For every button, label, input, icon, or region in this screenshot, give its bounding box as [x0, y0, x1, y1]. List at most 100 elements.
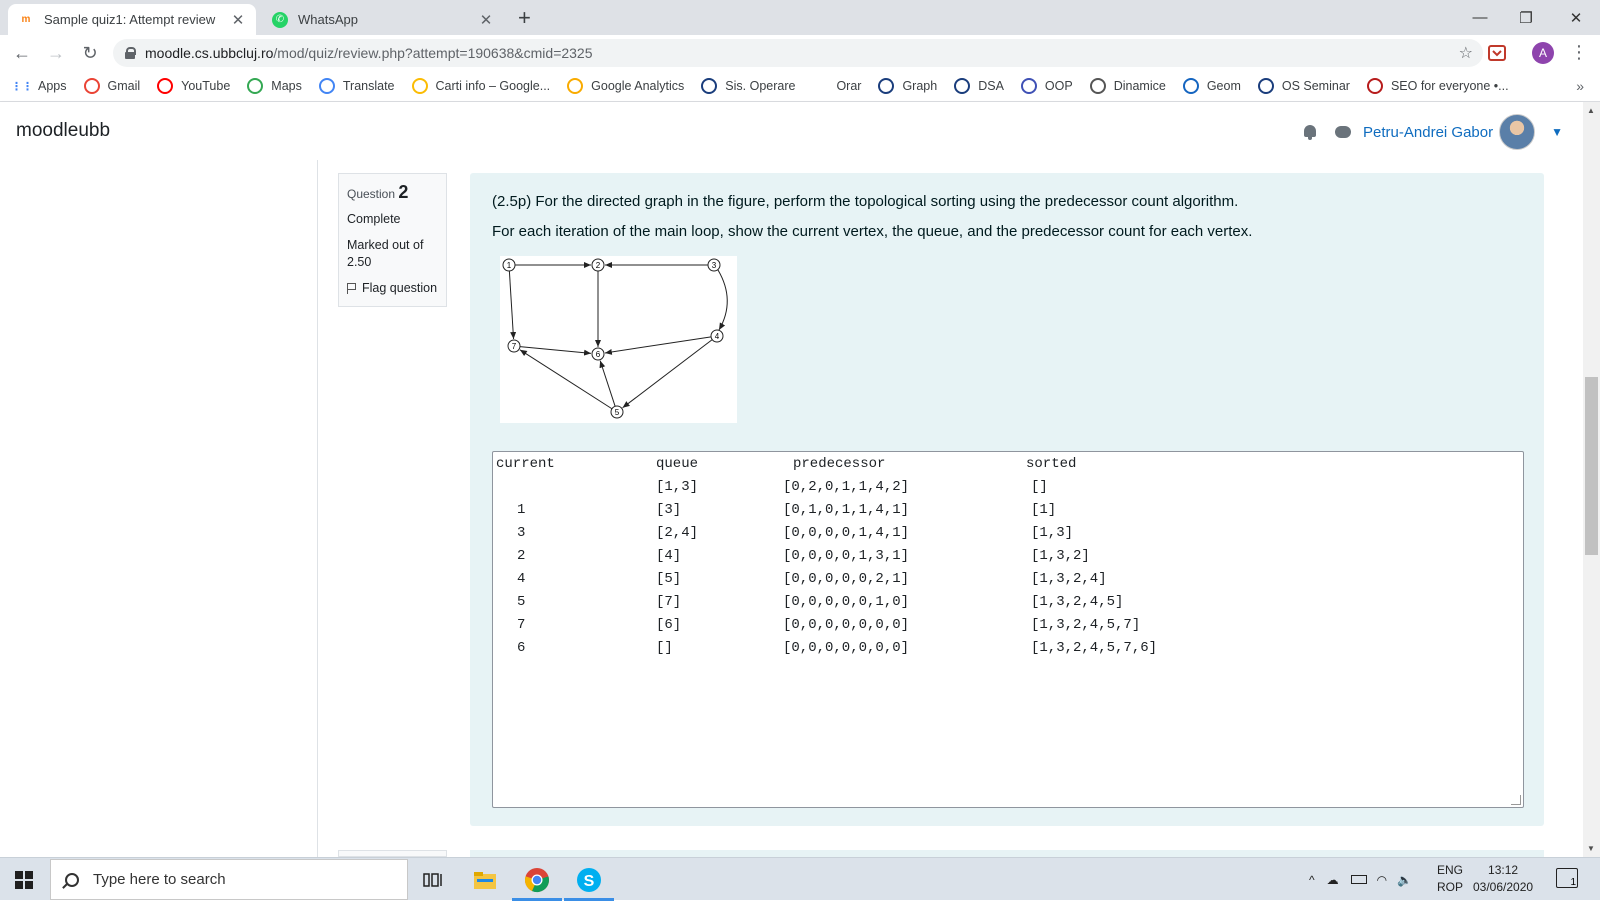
answer-cell-sorted: [1,3,2,4,5,7] [1031, 617, 1141, 633]
input-language[interactable]: ENG ROP [1437, 862, 1463, 896]
bookmark-item[interactable]: OS Seminar [1257, 78, 1350, 94]
answer-textarea[interactable]: current queue predecessor sorted [1,3] [0… [492, 451, 1524, 808]
browser-menu-icon[interactable]: ⋮ [1570, 42, 1588, 63]
page-scrollbar[interactable]: ▲ ▼ [1583, 102, 1600, 857]
bookmark-item[interactable]: Carti info – Google... [411, 78, 551, 94]
messages-icon[interactable] [1335, 126, 1352, 138]
resize-handle[interactable] [1511, 795, 1521, 805]
graph-edge [604, 336, 712, 355]
answer-cell-queue: [1,3] [656, 479, 699, 495]
new-tab-button[interactable]: + [518, 5, 531, 31]
flag-question-link[interactable]: Flag question [347, 280, 438, 298]
bookmark-item[interactable]: Google Analytics [567, 78, 684, 94]
close-tab-icon[interactable]: ✕ [230, 11, 246, 29]
system-clock[interactable]: 13:12 03/06/2020 [1473, 862, 1533, 896]
reload-button[interactable]: ↻ [79, 42, 101, 64]
bookmark-item[interactable]: ⋮⋮ Apps [11, 78, 67, 94]
address-bar[interactable]: moodle.cs.ubbcluj.ro/mod/quiz/review.php… [113, 39, 1483, 67]
file-explorer-icon[interactable] [460, 858, 510, 901]
scroll-down-icon[interactable]: ▼ [1587, 844, 1595, 853]
drive-icon [411, 78, 428, 94]
bookmark-item[interactable]: Translate [318, 78, 395, 94]
directed-graph: 1 2 3 4 5 6 7 [502, 258, 728, 419]
graph-edge [599, 360, 616, 407]
task-view-icon[interactable] [408, 858, 458, 901]
question-info-box: Question 2 Complete Marked out of 2.50 F… [338, 173, 447, 307]
globe-icon [701, 78, 718, 94]
bookmark-star-icon[interactable]: ☆ [1459, 43, 1473, 63]
answer-row: 4 [5] [0,0,0,0,0,2,1] [1,3,2,4] [493, 571, 1523, 594]
chevron-down-icon[interactable]: ▼ [1551, 125, 1563, 139]
volume-icon[interactable]: 🔈 [1397, 873, 1412, 887]
question-state: Complete [347, 212, 401, 226]
tab-moodle-quiz[interactable]: m Sample quiz1: Attempt review ✕ [8, 4, 256, 35]
bookmark-item[interactable]: DSA [954, 78, 1004, 94]
answer-cell-predecessor: [0,0,0,0,1,3,1] [783, 548, 910, 564]
battery-icon[interactable] [1350, 875, 1367, 884]
globe-icon [878, 78, 895, 94]
forward-button[interactable]: → [45, 42, 67, 64]
bookmark-item[interactable]: Orar [836, 79, 861, 93]
minimize-button[interactable]: — [1457, 0, 1503, 35]
answer-row: [1,3] [0,2,0,1,1,4,2] [] [493, 479, 1523, 502]
bookmark-item[interactable]: Maps [247, 78, 302, 94]
answer-cell-queue: [] [656, 640, 673, 656]
close-window-button[interactable]: ✕ [1553, 0, 1599, 35]
question-number: Question 2 [347, 182, 409, 202]
answer-cell-predecessor: [0,0,0,0,0,1,0] [783, 594, 910, 610]
skype-taskbar-icon[interactable]: S [564, 858, 614, 901]
tab-whatsapp[interactable]: ✆ WhatsApp ✕ [262, 4, 504, 35]
youtube-icon [157, 78, 174, 94]
onedrive-icon[interactable]: ☁ [1327, 873, 1339, 887]
answer-cell-queue: [6] [656, 617, 682, 633]
chrome-taskbar-icon[interactable] [512, 858, 562, 901]
action-center-icon[interactable]: 1 [1556, 868, 1578, 888]
bookmark-item[interactable]: Graph [878, 78, 937, 94]
user-name[interactable]: Petru-Andrei Gabor [1363, 124, 1493, 141]
close-tab-icon[interactable]: ✕ [478, 11, 494, 29]
bookmark-item[interactable]: YouTube [157, 78, 230, 94]
answer-row: 6 [] [0,0,0,0,0,0,0] [1,3,2,4,5,7,6] [493, 640, 1523, 663]
bookmark-item[interactable]: OOP [1020, 78, 1073, 94]
bookmark-item[interactable]: Sis. Operare [701, 78, 795, 94]
answer-cell-current: 6 [517, 640, 526, 656]
scroll-up-icon[interactable]: ▲ [1587, 106, 1595, 115]
user-avatar[interactable] [1499, 114, 1536, 150]
profile-avatar[interactable]: A [1532, 42, 1554, 64]
bookmark-label: Carti info – Google... [435, 79, 551, 93]
search-icon [65, 872, 79, 887]
maximize-button[interactable]: ❐ [1503, 0, 1549, 35]
answer-header-row: current queue predecessor sorted [493, 456, 1523, 479]
svg-text:S: S [584, 873, 595, 890]
bookmark-item[interactable]: Dinamice [1089, 78, 1166, 94]
header-queue: queue [656, 456, 699, 472]
question-content: (2.5p) For the directed graph in the fig… [470, 173, 1544, 826]
apps-grid-icon: ⋮⋮ [11, 80, 33, 93]
answer-cell-current: 3 [517, 525, 526, 541]
answer-row: 3 [2,4] [0,0,0,0,1,4,1] [1,3] [493, 525, 1523, 548]
maps-icon [247, 78, 264, 94]
more-bookmarks-icon[interactable]: » [1576, 78, 1584, 94]
answer-cell-sorted: [1] [1031, 502, 1057, 518]
site-brand[interactable]: moodleubb [16, 120, 110, 142]
bookmark-item[interactable]: Geom [1182, 78, 1241, 94]
notifications-bell-icon[interactable] [1303, 124, 1317, 140]
show-hidden-icons-icon[interactable]: ^ [1309, 873, 1315, 887]
taskbar-search[interactable]: Type here to search [50, 859, 408, 900]
system-tray: ^ ☁ ◠ 🔈 [1309, 858, 1412, 901]
scrollbar-thumb[interactable] [1585, 377, 1598, 555]
graph-edge [622, 339, 713, 409]
graph-node-label: 7 [512, 342, 517, 351]
graph-node-label: 2 [596, 261, 601, 270]
header-predecessor: predecessor [793, 456, 886, 472]
answer-cell-predecessor: [0,0,0,0,0,0,0] [783, 617, 910, 633]
windows-start-button[interactable] [0, 858, 48, 901]
answer-row: 5 [7] [0,0,0,0,0,1,0] [1,3,2,4,5] [493, 594, 1523, 617]
back-button[interactable]: ← [11, 42, 33, 64]
answer-cell-current: 5 [517, 594, 526, 610]
left-drawer [0, 160, 318, 857]
extension-icon[interactable] [1487, 43, 1507, 63]
bookmark-item[interactable]: SEO for everyone •... [1366, 78, 1509, 94]
bookmark-item[interactable]: Gmail [83, 78, 140, 94]
wifi-icon[interactable]: ◠ [1377, 873, 1387, 887]
